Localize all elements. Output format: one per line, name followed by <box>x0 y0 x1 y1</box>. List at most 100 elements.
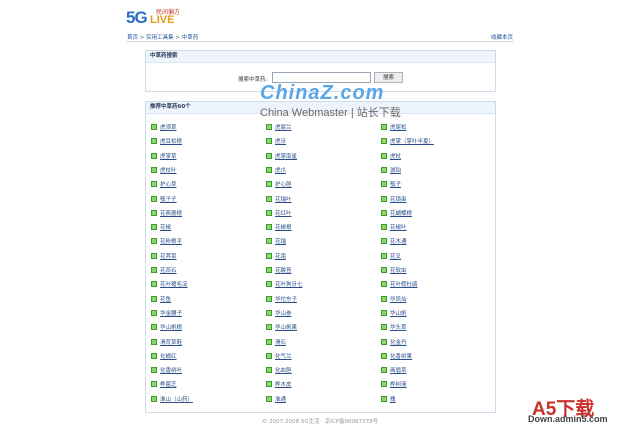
bullet-icon <box>266 252 272 259</box>
herb-link[interactable]: 花锚叶 <box>266 195 292 203</box>
herb-link[interactable]: 华金腰子 <box>151 309 182 317</box>
herb-link-label: 花燕蘑根 <box>160 210 183 217</box>
herb-link-label: 桦菌芝 <box>160 382 177 389</box>
herb-link-label: 槐 <box>390 396 396 403</box>
herb-link[interactable]: 淮山（山药） <box>151 395 193 403</box>
herb-link[interactable]: 华山帆根 <box>151 323 182 331</box>
herb-link-label: 花红叶 <box>275 210 292 217</box>
herb-link[interactable]: 淮通 <box>266 395 286 403</box>
herb-link[interactable]: 虎掌草 <box>151 152 177 160</box>
herb-link[interactable]: 化橘红 <box>151 352 177 360</box>
herb-link[interactable]: 花锁串 <box>381 195 407 203</box>
herb-link[interactable]: 华佗东子 <box>266 295 297 303</box>
herb-link[interactable]: 画眉草 <box>381 366 407 374</box>
herb-link[interactable]: 花荠菜 <box>151 252 177 260</box>
herb-link[interactable]: 护心草 <box>151 180 177 188</box>
herb-link-label: 花蕊石 <box>160 268 177 274</box>
herb-link-label: 滑石 <box>275 339 287 346</box>
herb-link[interactable]: 花叶假杜鹃 <box>381 280 418 288</box>
herb-link[interactable]: 花木通 <box>381 237 407 245</box>
herb-link-label: 花荠菜 <box>160 253 177 260</box>
herb-link[interactable]: 花红叶 <box>266 209 292 217</box>
breadcrumb-tools-link[interactable]: 实用工具集 <box>146 35 174 41</box>
herb-link[interactable]: 花南 <box>266 252 286 260</box>
herb-link[interactable]: 花椒叶 <box>381 223 407 231</box>
bullet-icon <box>381 381 387 388</box>
herb-link[interactable]: 花蕊石 <box>151 266 177 274</box>
herb-link[interactable]: 花椒根 <box>266 223 292 231</box>
bullet-icon <box>266 152 272 159</box>
herb-link[interactable]: 虎牙 <box>266 137 286 145</box>
herb-link-label: 虎牙 <box>275 139 287 146</box>
bullet-icon <box>266 281 272 288</box>
herb-link[interactable]: 虎掌南星 <box>266 152 297 160</box>
herb-link-label: 花椒叶 <box>390 225 407 232</box>
bullet-icon <box>151 281 157 288</box>
herb-link[interactable]: 华山参 <box>266 309 292 317</box>
herb-link[interactable]: 华凤仙 <box>381 295 407 303</box>
herb-link[interactable]: 虎爪 <box>266 166 286 174</box>
bullet-icon <box>151 381 157 388</box>
herb-link[interactable]: 花粉根乎 <box>151 237 182 245</box>
herb-link[interactable]: 瓠子 <box>381 180 401 188</box>
herb-link[interactable]: 护心胆 <box>266 180 292 188</box>
herb-link[interactable]: 花叶狗牙七 <box>266 280 303 288</box>
herb-link[interactable]: 化金丹 <box>381 338 407 346</box>
herb-link[interactable]: 花叶猪毛淀 <box>151 280 188 288</box>
herb-link[interactable]: 滑背草鞋 <box>151 338 182 346</box>
bullet-icon <box>151 138 157 145</box>
bullet-icon <box>151 395 157 402</box>
herb-link[interactable]: 花鱼 <box>151 295 171 303</box>
herb-link[interactable]: 虎尾兰 <box>266 123 292 131</box>
herb-link[interactable]: 虎须草 <box>151 123 177 131</box>
bullet-icon <box>151 209 157 216</box>
herb-link[interactable]: 桦木皮 <box>266 380 292 388</box>
bullet-icon <box>151 152 157 159</box>
herb-link[interactable]: 华头草 <box>381 323 407 331</box>
herb-link[interactable]: 花燕蘑根 <box>151 209 182 217</box>
bullet-icon <box>381 338 387 345</box>
herb-link[interactable]: 琥珀 <box>381 166 401 174</box>
herb-link[interactable]: 花酸苔 <box>266 266 292 274</box>
herb-link-label: 虎掌（掌叶半夏） <box>390 139 435 146</box>
breadcrumb-current-link[interactable]: 中草药 <box>182 35 199 41</box>
herb-link[interactable]: 化气兰 <box>266 352 292 360</box>
herb-link[interactable]: 化香树果 <box>381 352 412 360</box>
bullet-icon <box>381 252 387 259</box>
logo-5g-text: 5G <box>126 8 148 27</box>
herb-link-label: 瓠子 <box>390 182 402 189</box>
herb-link[interactable]: 槐 <box>381 395 396 403</box>
herb-link-label: 华山帆果 <box>275 325 298 332</box>
herb-link[interactable]: 虎尾松 <box>381 123 407 131</box>
herb-link[interactable]: 华山帆 <box>381 309 407 317</box>
herb-link[interactable]: 虎杖叶 <box>151 166 177 174</box>
herb-link[interactable]: 桦菌芝 <box>151 380 177 388</box>
herb-link-label: 护心草 <box>160 182 177 189</box>
herb-link[interactable]: 瓠子子 <box>151 195 177 203</box>
herb-link-label: 化橘红 <box>160 353 177 360</box>
herb-link[interactable]: 桦树液 <box>381 380 407 388</box>
favorite-link[interactable]: 收藏本页 <box>491 33 513 41</box>
bullet-icon <box>266 295 272 302</box>
herb-link-label: 虎杖 <box>390 153 402 160</box>
herb-link[interactable]: 花椒 <box>151 223 171 231</box>
herb-link-label: 虎尾兰 <box>275 125 292 131</box>
herb-link-label: 虎爪 <box>275 167 287 174</box>
herb-link-label: 花叶猪毛淀 <box>160 282 188 289</box>
bullet-icon <box>381 138 387 145</box>
herb-link[interactable]: 花叉 <box>381 252 401 260</box>
herb-link-label: 虎须草 <box>160 125 177 131</box>
herb-link[interactable]: 虎掌（掌叶半夏） <box>381 137 434 145</box>
bullet-icon <box>151 195 157 202</box>
herb-link[interactable]: 滑石 <box>266 338 286 346</box>
herb-link[interactable]: 华山帆果 <box>266 323 297 331</box>
herb-link[interactable]: 花蝴蝶根 <box>381 209 412 217</box>
watermark-subtitle: China Webmaster | 站长下载 <box>260 107 401 119</box>
herb-link[interactable]: 虎杖 <box>381 152 401 160</box>
herb-link[interactable]: 化香树叶 <box>151 366 182 374</box>
herb-link[interactable]: 虎耳松根 <box>151 137 182 145</box>
breadcrumb-home-link[interactable]: 首页 <box>127 35 138 41</box>
herb-link[interactable]: 花软虫 <box>381 266 407 274</box>
herb-link[interactable]: 化血胆 <box>266 366 292 374</box>
herb-link[interactable]: 花锚 <box>266 237 286 245</box>
